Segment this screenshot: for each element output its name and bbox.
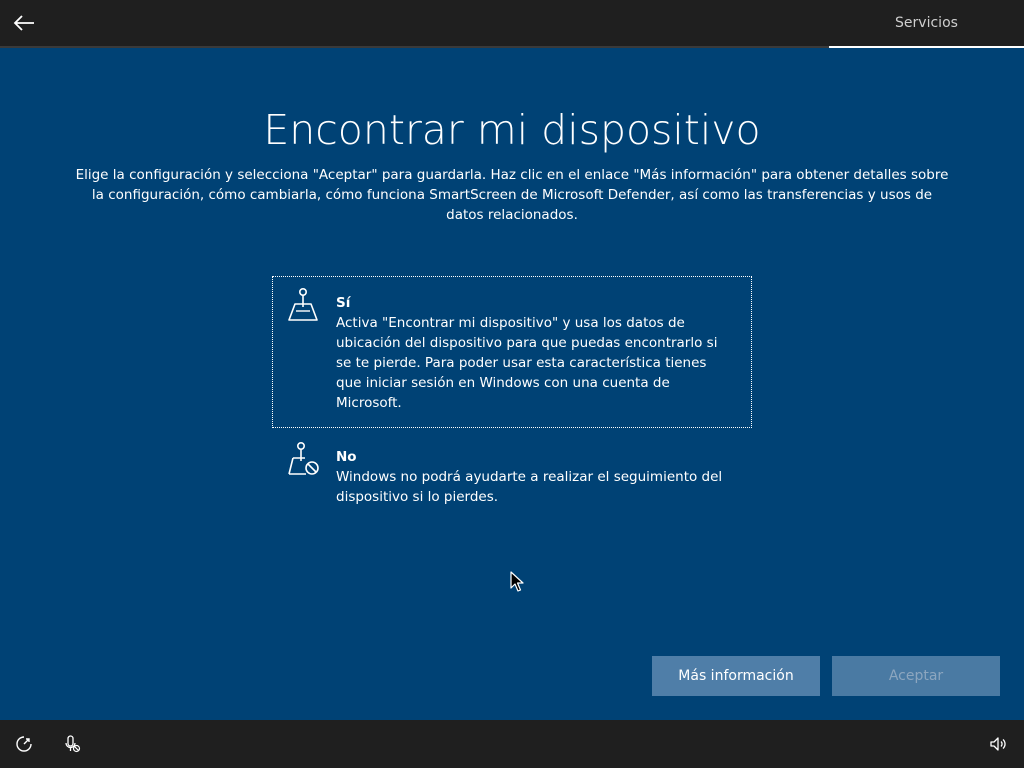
option-yes-description: Activa "Encontrar mi dispositivo" y usa … (336, 315, 718, 411)
options-list: Sí Activa "Encontrar mi dispositivo" y u… (272, 276, 752, 522)
back-button[interactable] (10, 9, 38, 37)
tab-active-indicator (829, 46, 1024, 48)
map-pin-icon (288, 287, 318, 321)
mouse-cursor-icon (510, 571, 524, 592)
page-description: Elige la configuración y selecciona "Ace… (75, 167, 949, 223)
microphone-button[interactable] (62, 734, 82, 754)
volume-button[interactable] (988, 734, 1008, 754)
top-bar: Servicios (0, 0, 1024, 48)
option-yes[interactable]: Sí Activa "Encontrar mi dispositivo" y u… (272, 276, 752, 428)
map-pin-blocked-icon (288, 441, 319, 475)
option-yes-label: Sí (336, 295, 351, 311)
ease-of-access-button[interactable] (14, 734, 34, 754)
page-title: Encontrar mi dispositivo (263, 106, 761, 154)
volume-icon (990, 737, 1006, 751)
tab-servicios-label: Servicios (895, 15, 958, 31)
option-no-label: No (336, 449, 357, 465)
back-arrow-icon (13, 15, 34, 31)
option-no-description: Windows no podrá ayudarte a realizar el … (336, 469, 723, 505)
bottom-bar (0, 720, 1024, 768)
accept-button[interactable]: Aceptar (832, 656, 1000, 696)
more-info-button[interactable]: Más información (652, 656, 820, 696)
microphone-icon (65, 735, 81, 753)
tab-servicios[interactable]: Servicios (829, 0, 1024, 48)
option-no[interactable]: No Windows no podrá ayudarte a realizar … (272, 428, 752, 522)
ease-of-access-icon (16, 736, 32, 752)
